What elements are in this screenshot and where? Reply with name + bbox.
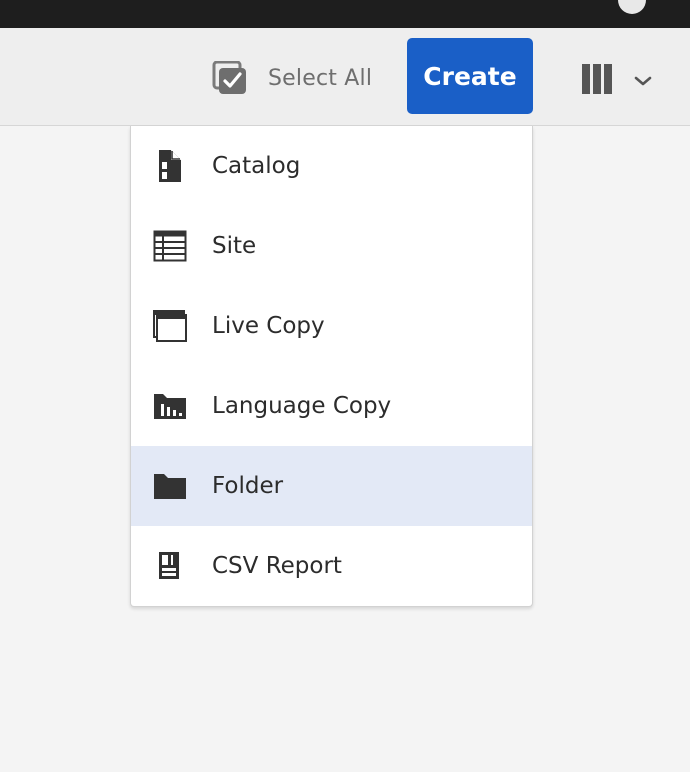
menu-item-label: CSV Report bbox=[212, 553, 342, 579]
avatar[interactable] bbox=[618, 0, 646, 14]
select-all-button[interactable]: Select All bbox=[212, 61, 372, 95]
catalog-icon bbox=[153, 149, 187, 183]
menu-item-label: Site bbox=[212, 233, 257, 259]
language-copy-icon bbox=[153, 389, 187, 423]
create-menu: Catalog Site Live Copy Language Copy Fol… bbox=[130, 126, 533, 607]
csv-report-icon bbox=[153, 549, 187, 583]
menu-item-csv-report[interactable]: CSV Report bbox=[131, 526, 532, 606]
live-copy-icon bbox=[153, 309, 187, 343]
menu-item-folder[interactable]: Folder bbox=[131, 446, 532, 526]
column-view-icon bbox=[580, 63, 614, 99]
menu-item-site[interactable]: Site bbox=[131, 206, 532, 286]
site-icon bbox=[153, 229, 187, 263]
menu-item-label: Catalog bbox=[212, 153, 301, 179]
select-all-label: Select All bbox=[268, 65, 373, 91]
menu-item-language-copy[interactable]: Language Copy bbox=[131, 366, 532, 446]
top-bar bbox=[0, 0, 690, 28]
menu-item-label: Language Copy bbox=[212, 393, 392, 419]
view-switcher-button[interactable] bbox=[580, 64, 652, 98]
chevron-down-icon bbox=[634, 72, 652, 91]
menu-item-label: Folder bbox=[212, 473, 284, 499]
menu-item-catalog[interactable]: Catalog bbox=[131, 126, 532, 206]
action-bar: Select All Create bbox=[0, 28, 690, 126]
menu-item-label: Live Copy bbox=[212, 313, 325, 339]
select-all-icon bbox=[212, 61, 248, 95]
create-button[interactable]: Create bbox=[407, 38, 533, 114]
folder-icon bbox=[153, 469, 187, 503]
menu-item-live-copy[interactable]: Live Copy bbox=[131, 286, 532, 366]
